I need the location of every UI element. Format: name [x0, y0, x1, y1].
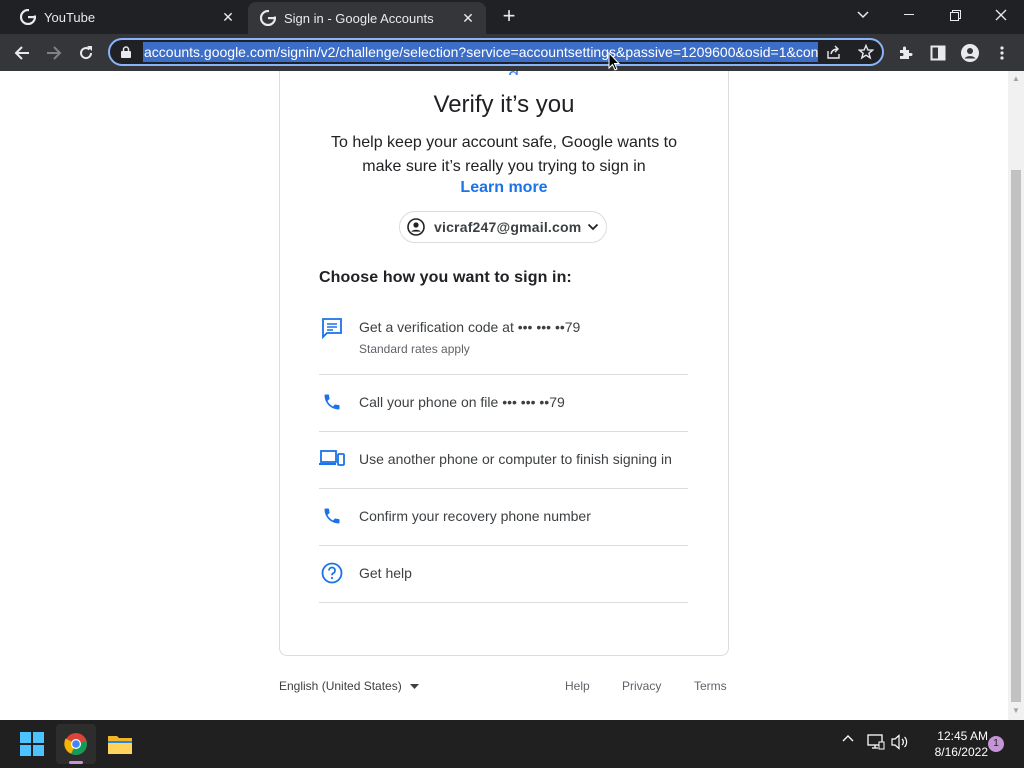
- google-g-icon: [260, 10, 276, 26]
- clock-time: 12:45 AM: [937, 729, 988, 743]
- menu-icon[interactable]: [992, 43, 1012, 63]
- message-icon: [319, 315, 345, 341]
- mouse-cursor-icon: [608, 51, 622, 72]
- taskbar-clock[interactable]: 12:45 AM 8/16/2022: [912, 728, 988, 760]
- page-description: To help keep your account safe, Google w…: [331, 134, 677, 175]
- windows-start-icon[interactable]: [12, 724, 52, 764]
- page-scrollbar[interactable]: ▲ ▼: [1008, 71, 1024, 720]
- windows-taskbar: 12:45 AM 8/16/2022 1: [0, 720, 1024, 768]
- close-tab-icon[interactable]: ✕: [220, 9, 236, 25]
- option-label: Get a verification code at ••• ••• ••79: [359, 319, 581, 335]
- new-tab-button[interactable]: +: [497, 5, 521, 28]
- option-verification-code[interactable]: Get a verification code at ••• ••• ••79 …: [319, 303, 688, 375]
- option-recovery-phone[interactable]: Confirm your recovery phone number: [319, 489, 688, 546]
- learn-more-label[interactable]: Learn more: [460, 179, 547, 196]
- account-email: vicraf247@gmail.com: [434, 219, 582, 235]
- language-select[interactable]: English (United States): [279, 679, 419, 693]
- file-explorer-icon[interactable]: [100, 724, 140, 764]
- profile-icon[interactable]: [960, 43, 980, 63]
- close-window-button[interactable]: [978, 0, 1024, 30]
- network-icon[interactable]: [866, 734, 886, 750]
- account-circle-icon: [406, 217, 426, 237]
- tab-sign-in[interactable]: Sign in - Google Accounts ✕: [248, 2, 486, 34]
- choose-method-label: Choose how you want to sign in:: [319, 269, 572, 286]
- tab-title: Sign in - Google Accounts: [284, 10, 434, 26]
- scroll-down-arrow-icon[interactable]: ▼: [1012, 707, 1020, 715]
- chrome-taskbar-icon[interactable]: [56, 724, 96, 764]
- lock-icon[interactable]: [121, 46, 135, 58]
- side-panel-icon[interactable]: [928, 43, 948, 63]
- tab-youtube[interactable]: YouTube ✕: [0, 0, 246, 34]
- option-call-phone[interactable]: Call your phone on file ••• ••• ••79: [319, 375, 688, 432]
- restore-button[interactable]: [932, 0, 978, 30]
- footer-help-link[interactable]: Help: [565, 679, 590, 693]
- option-label: Call your phone on file ••• ••• ••79: [359, 394, 565, 410]
- clock-date: 8/16/2022: [934, 745, 988, 759]
- bookmark-star-icon[interactable]: [850, 44, 882, 60]
- phone-icon: [319, 389, 345, 415]
- reload-icon[interactable]: [72, 39, 100, 67]
- language-label: English (United States): [279, 679, 402, 693]
- active-app-indicator: [69, 761, 83, 764]
- footer-terms-link[interactable]: Terms: [694, 679, 727, 693]
- tab-search-icon[interactable]: [840, 0, 886, 30]
- extensions-icon[interactable]: [896, 43, 916, 63]
- option-label: Confirm your recovery phone number: [359, 508, 591, 524]
- help-icon: [319, 560, 345, 586]
- forward-icon[interactable]: [40, 39, 68, 67]
- option-label: Use another phone or computer to finish …: [359, 451, 672, 467]
- option-get-help[interactable]: Get help: [319, 546, 688, 603]
- account-chip[interactable]: vicraf247@gmail.com: [399, 211, 607, 243]
- address-bar[interactable]: accounts.google.com/signin/v2/challenge/…: [108, 38, 884, 66]
- google-g-icon: [20, 9, 36, 25]
- close-tab-icon[interactable]: ✕: [460, 10, 476, 26]
- minimize-button[interactable]: [886, 0, 932, 30]
- page-title: Verify it’s you: [433, 91, 575, 118]
- google-logo: g: [508, 71, 522, 75]
- page-viewport: g Verify it’s you To help keep your acco…: [0, 71, 1008, 720]
- dropdown-arrow-icon: [409, 683, 419, 689]
- devices-icon: [319, 446, 345, 472]
- browser-toolbar: accounts.google.com/signin/v2/challenge/…: [0, 34, 1024, 71]
- share-icon[interactable]: [818, 45, 850, 59]
- show-hidden-icons-chevron-icon[interactable]: [840, 734, 856, 742]
- scrollbar-thumb[interactable]: [1011, 170, 1021, 702]
- phone-icon: [319, 503, 345, 529]
- learn-more-link[interactable]: Learn more: [279, 179, 729, 197]
- browser-tab-bar: YouTube ✕ Sign in - Google Accounts ✕ +: [0, 0, 1024, 34]
- option-label: Get help: [359, 565, 412, 581]
- scroll-up-arrow-icon[interactable]: ▲: [1012, 75, 1020, 83]
- footer-privacy-link[interactable]: Privacy: [622, 679, 661, 693]
- option-another-device[interactable]: Use another phone or computer to finish …: [319, 432, 688, 489]
- tab-title: YouTube: [44, 9, 96, 25]
- back-icon[interactable]: [8, 39, 36, 67]
- option-sublabel: Standard rates apply: [359, 342, 470, 356]
- volume-icon[interactable]: [890, 734, 910, 750]
- notification-badge[interactable]: 1: [988, 736, 1004, 752]
- chevron-down-icon: [587, 223, 599, 231]
- url-text[interactable]: accounts.google.com/signin/v2/challenge/…: [143, 42, 818, 62]
